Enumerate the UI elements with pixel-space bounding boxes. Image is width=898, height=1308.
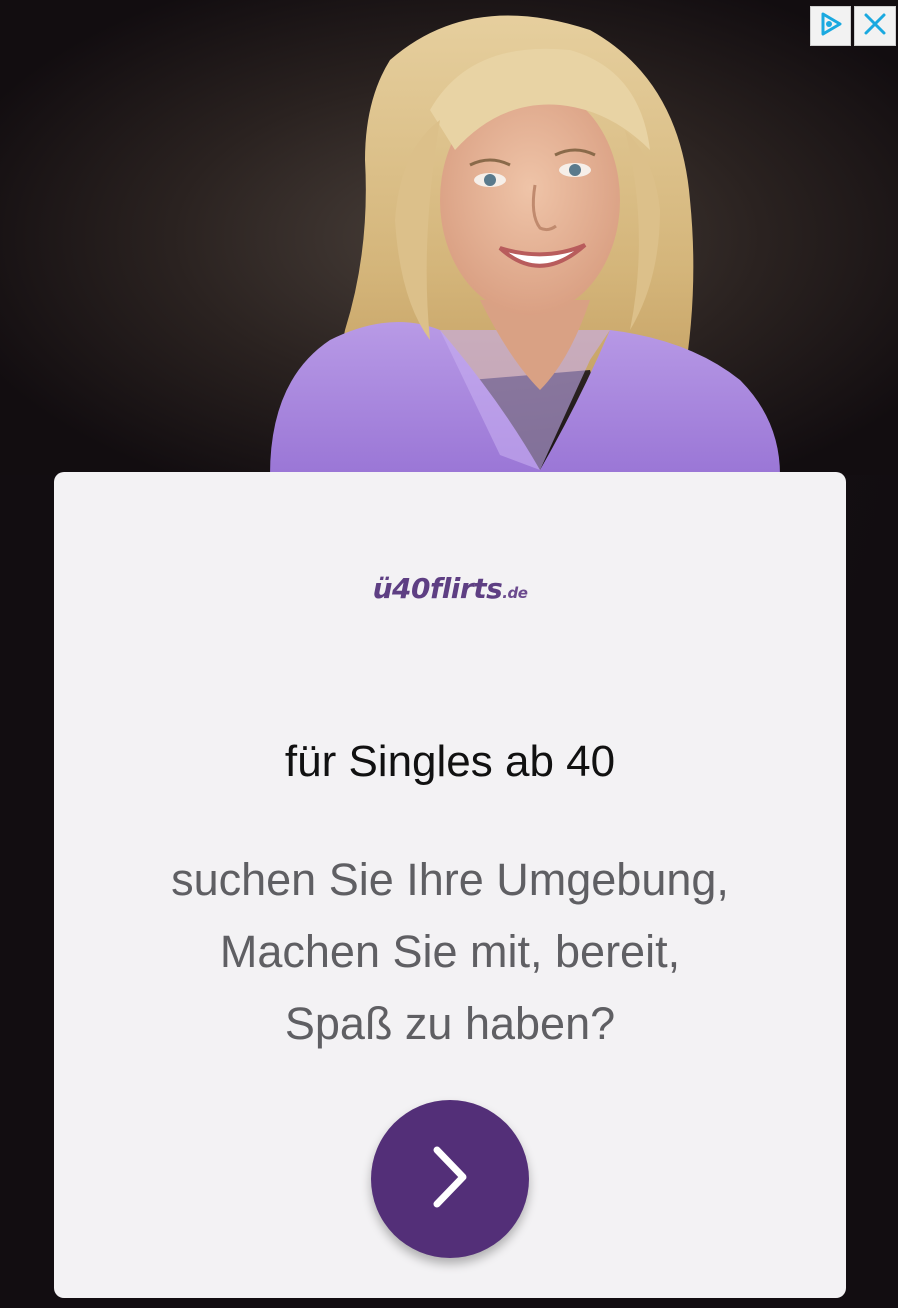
- close-icon: [863, 12, 887, 41]
- body-line: Machen Sie mit, bereit,: [219, 926, 681, 977]
- body-line: suchen Sie Ihre Umgebung,: [171, 854, 729, 905]
- hero-photo: [0, 0, 898, 475]
- brand-logo: ü40flirts.de: [54, 572, 846, 605]
- ad-banner[interactable]: ü40flirts.de für Singles ab 40 suchen Si…: [0, 0, 898, 1308]
- adchoices-button[interactable]: [810, 6, 851, 46]
- body-text: suchen Sie Ihre Umgebung, Machen Sie mit…: [54, 844, 846, 1060]
- cta-next-button[interactable]: [371, 1100, 529, 1258]
- headline: für Singles ab 40: [284, 737, 616, 786]
- chevron-right-icon: [425, 1142, 475, 1217]
- brand-name: ü40flirts: [372, 572, 503, 605]
- close-ad-button[interactable]: [854, 6, 896, 46]
- adchoices-icon: [818, 11, 844, 42]
- brand-tld: .de: [502, 584, 528, 602]
- ad-card[interactable]: ü40flirts.de für Singles ab 40 suchen Si…: [54, 472, 846, 1298]
- body-line: Spaß zu haben?: [284, 998, 616, 1049]
